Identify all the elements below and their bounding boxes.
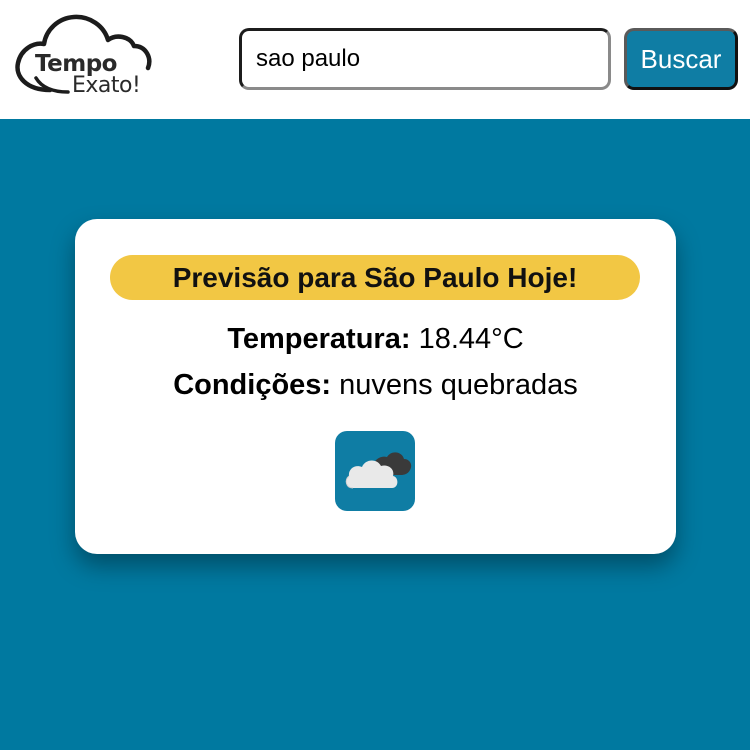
conditions-label: Condições: [173, 369, 332, 401]
search-input[interactable] [239, 28, 611, 90]
conditions-value: nuvens quebradas [339, 369, 578, 401]
temperature-value: 18.44°C [418, 323, 524, 355]
broken-clouds-icon [345, 452, 412, 489]
conditions-row: Condições: nuvens quebradas [75, 369, 676, 402]
search-button[interactable]: Buscar [624, 28, 738, 90]
logo-word-exato: Exato! [72, 73, 141, 98]
logo[interactable]: Tempo Exato! [12, 8, 157, 103]
weather-icon-box [335, 431, 415, 511]
forecast-title: Previsão para São Paulo Hoje! [110, 255, 640, 300]
temperature-row: Temperatura: 18.44°C [75, 323, 676, 356]
temperature-label: Temperatura: [227, 323, 411, 355]
header: Tempo Exato! Buscar [0, 0, 750, 119]
weather-card: Previsão para São Paulo Hoje! Temperatur… [75, 219, 676, 554]
